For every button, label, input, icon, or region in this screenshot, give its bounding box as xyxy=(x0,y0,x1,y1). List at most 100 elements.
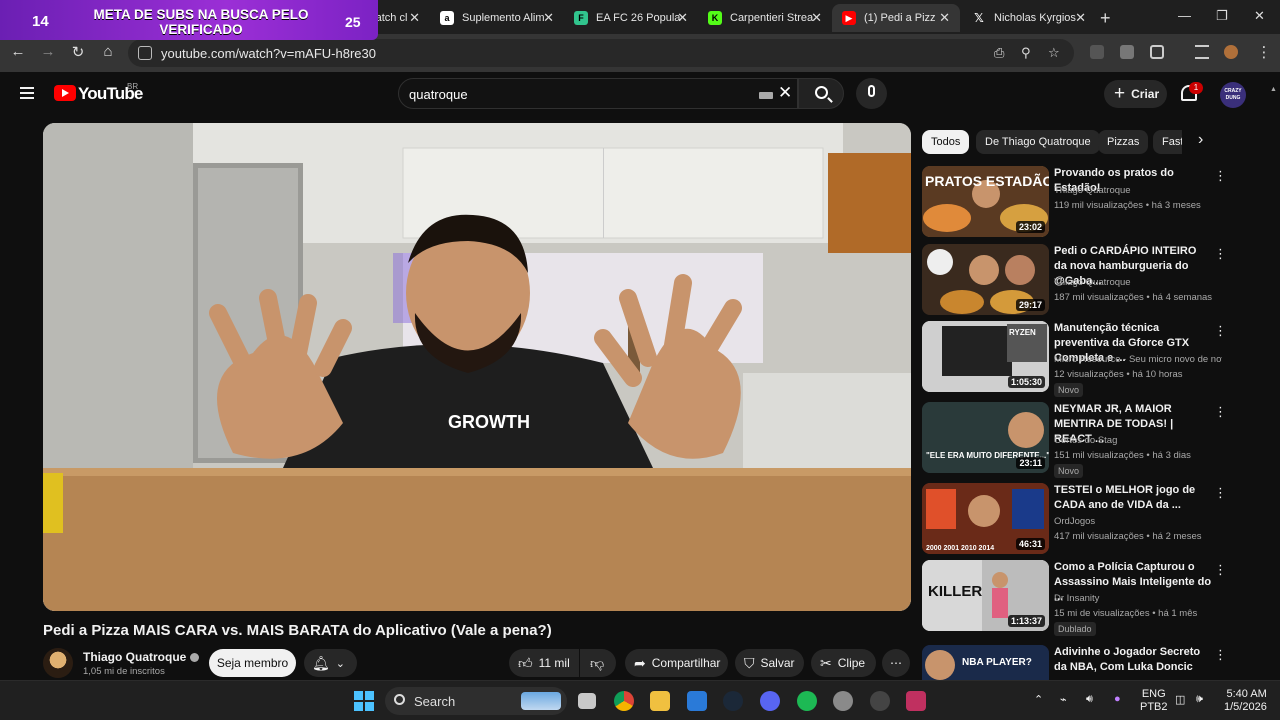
microphone-icon[interactable]: ● xyxy=(1114,693,1121,705)
recommendation-title[interactable]: Adivinhe o Jogador Secreto da NBA, Com L… xyxy=(1054,645,1212,675)
youtube-logo-icon[interactable] xyxy=(54,85,76,101)
voice-search-button[interactable] xyxy=(856,78,887,109)
video-thumbnail[interactable]: KILLER 1:13:37 xyxy=(922,560,1049,631)
more-vertical-icon[interactable]: ⋮ xyxy=(1214,168,1227,184)
search-input[interactable]: quatroque ✕ xyxy=(398,78,798,109)
taskbar-search[interactable]: Search xyxy=(385,687,567,715)
back-icon[interactable]: ← xyxy=(8,43,28,60)
video-thumbnail[interactable]: 29:17 xyxy=(922,244,1049,315)
share-button[interactable]: ➦ Compartilhar xyxy=(625,649,728,677)
site-info-icon[interactable] xyxy=(138,46,152,60)
recommendation-channel[interactable]: Dr Insanity xyxy=(1054,593,1222,604)
video-thumbnail[interactable]: PRATOS ESTADÃO 23:02 xyxy=(922,166,1049,237)
address-bar[interactable]: youtube.com/watch?v=mAFU-h8re30 ⎙ ⚲ ☆ xyxy=(128,39,1074,67)
create-button[interactable]: + Criar xyxy=(1104,80,1167,108)
video-thumbnail[interactable]: NBA PLAYER? xyxy=(922,645,1049,680)
reload-icon[interactable]: ↻ xyxy=(68,43,88,61)
close-icon[interactable]: ✕ xyxy=(543,10,554,26)
media-control-icon[interactable] xyxy=(1195,45,1209,59)
network-icon[interactable]: ⌁ xyxy=(1060,693,1067,706)
more-vertical-icon[interactable]: ⋮ xyxy=(1214,562,1227,578)
search-button[interactable] xyxy=(798,78,844,109)
menu-kebab-icon[interactable]: ⋮ xyxy=(1254,43,1274,61)
page-scrollbar[interactable]: ▲ xyxy=(1270,86,1277,676)
save-button[interactable]: ⛉ Salvar xyxy=(735,649,804,677)
recommendation-item[interactable]: RYZEN 1:05:30 Manutenção técnica prevent… xyxy=(922,321,1232,397)
task-view-icon[interactable] xyxy=(578,693,596,709)
chip-channel[interactable]: De Thiago Quatroque xyxy=(976,130,1100,154)
input-language[interactable]: ENG PTB2 xyxy=(1140,688,1168,714)
more-vertical-icon[interactable]: ⋮ xyxy=(1214,404,1227,420)
recommendation-channel[interactable]: Cortes do Stag xyxy=(1054,435,1222,446)
browser-tab-active[interactable]: ▶ (1) Pedi a Pizza M ✕ xyxy=(832,4,960,32)
like-button[interactable]: 👍︎ 11 mil xyxy=(509,649,579,677)
steam-icon[interactable] xyxy=(723,691,743,711)
join-button[interactable]: Seja membro xyxy=(209,649,296,677)
minimize-button[interactable]: — xyxy=(1178,8,1191,23)
recommendation-item[interactable]: PRATOS ESTADÃO 23:02 Provando os pratos … xyxy=(922,166,1232,238)
browser-tab[interactable]: K Carpentieri Strea ✕ xyxy=(698,4,832,32)
volume-icon[interactable]: 🔊︎ xyxy=(1086,693,1093,706)
recommendation-item[interactable]: "ELE ERA MUITO DIFERENTE..." 23:11 NEYMA… xyxy=(922,402,1232,478)
dislike-button[interactable]: 👎︎ xyxy=(580,649,616,677)
channel-avatar[interactable] xyxy=(43,648,73,678)
zoom-icon[interactable]: ⚲ xyxy=(1021,45,1031,61)
video-player[interactable]: GROWTH xyxy=(43,123,911,611)
settings-gear-icon[interactable] xyxy=(833,691,853,711)
windows-start-icon[interactable] xyxy=(354,691,374,711)
account-avatar[interactable]: CRAZY DUNG xyxy=(1220,82,1246,108)
close-icon[interactable]: ✕ xyxy=(677,10,688,26)
recommendation-item[interactable]: KILLER 1:13:37 Como a Polícia Capturou o… xyxy=(922,560,1232,636)
recommendation-item[interactable]: NBA PLAYER? Adivinhe o Jogador Secreto d… xyxy=(922,645,1232,680)
discord-icon[interactable] xyxy=(760,691,780,711)
wifi-icon[interactable]: ◫ xyxy=(1175,693,1185,706)
channel-name-text[interactable]: Thiago Quatroque xyxy=(83,650,186,664)
recommendation-channel[interactable]: Thiago Quatroque xyxy=(1054,277,1222,288)
extension-icon[interactable] xyxy=(1090,45,1104,59)
video-thumbnail[interactable]: 2000 2001 2010 2014 46:31 xyxy=(922,483,1049,554)
video-thumbnail[interactable]: RYZEN 1:05:30 xyxy=(922,321,1049,392)
close-icon[interactable]: ✕ xyxy=(939,10,950,26)
recommendation-channel[interactable]: Thiago Quatroque xyxy=(1054,185,1222,196)
more-vertical-icon[interactable]: ⋮ xyxy=(1214,647,1227,663)
extension-icon[interactable] xyxy=(1120,45,1134,59)
scroll-up-arrow-icon[interactable]: ▲ xyxy=(1270,86,1277,98)
clip-button[interactable]: ✂ Clipe xyxy=(811,649,876,677)
url-text[interactable]: youtube.com/watch?v=mAFU-h8re30 xyxy=(161,46,376,61)
menu-icon[interactable] xyxy=(20,87,34,99)
recommendation-title[interactable]: TESTEI o MELHOR jogo de CADA ano de VIDA… xyxy=(1054,483,1212,513)
chip-pizzas[interactable]: Pizzas xyxy=(1098,130,1149,154)
more-vertical-icon[interactable]: ⋮ xyxy=(1214,246,1227,262)
microsoft-store-icon[interactable] xyxy=(687,691,707,711)
chevron-right-icon[interactable]: › xyxy=(1198,131,1203,149)
more-vertical-icon[interactable]: ⋮ xyxy=(1214,323,1227,339)
more-vertical-icon[interactable]: ⋮ xyxy=(1214,485,1227,501)
recommendation-item[interactable]: 29:17 Pedi o CARDÁPIO INTEIRO da nova ha… xyxy=(922,244,1232,316)
chip-all[interactable]: Todos xyxy=(922,130,970,154)
recommendation-channel[interactable]: OrdJogos xyxy=(1054,516,1222,527)
window-close-button[interactable]: ✕ xyxy=(1254,8,1265,24)
spotify-icon[interactable] xyxy=(797,691,817,711)
chip-fast[interactable]: Fast xyxy=(1153,130,1182,154)
browser-tab[interactable]: 𝕏 Nicholas Kyrgios ✕ xyxy=(962,4,1096,32)
extensions-puzzle-icon[interactable] xyxy=(1150,45,1164,59)
close-icon[interactable]: ✕ xyxy=(1075,10,1086,26)
home-icon[interactable]: ⌂ xyxy=(98,43,118,60)
chrome-icon[interactable] xyxy=(614,691,634,711)
snipping-tool-icon[interactable] xyxy=(906,691,926,711)
bookmark-star-icon[interactable]: ☆ xyxy=(1048,45,1060,61)
channel-name[interactable]: Thiago Quatroque xyxy=(83,650,200,664)
profile-avatar[interactable] xyxy=(1224,45,1238,59)
recommendation-channel[interactable]: Micro Resource - Seu micro novo de nov..… xyxy=(1054,354,1222,365)
app-icon[interactable] xyxy=(870,691,890,711)
tray-chevron-up-icon[interactable]: ⌃ xyxy=(1034,693,1043,706)
clear-search-icon[interactable]: ✕ xyxy=(778,83,792,103)
forward-icon[interactable]: → xyxy=(38,43,58,60)
search-query[interactable]: quatroque xyxy=(409,87,468,102)
file-explorer-icon[interactable] xyxy=(650,691,670,711)
more-actions-button[interactable]: ⋯ xyxy=(882,649,910,677)
browser-tab[interactable]: F EA FC 26 Popula ✕ xyxy=(564,4,698,32)
restore-button[interactable]: ❐ xyxy=(1216,8,1228,24)
new-tab-button[interactable]: + xyxy=(1100,8,1111,29)
close-icon[interactable]: ✕ xyxy=(409,10,420,26)
